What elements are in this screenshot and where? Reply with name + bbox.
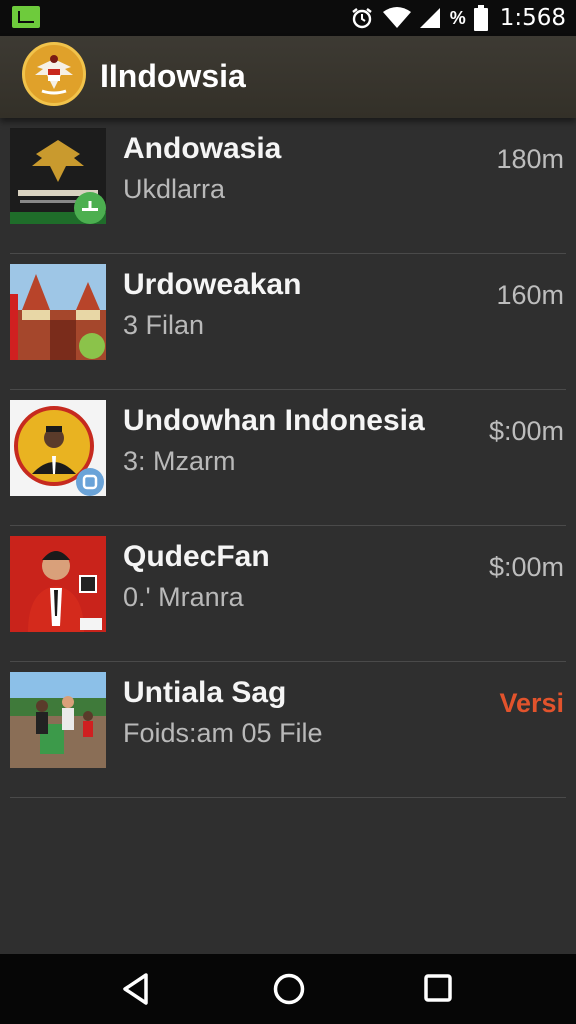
list-item[interactable]: Andowasia Ukdlarra 180m [10, 118, 566, 254]
navigation-bar [0, 954, 576, 1024]
status-icons: % 1:568 [350, 0, 566, 36]
app-title: IIndowsia [100, 58, 246, 94]
list-item[interactable]: QudecFan 0.' Mranra $:00m [10, 526, 566, 662]
item-thumbnail [10, 536, 106, 632]
signal-icon [419, 8, 440, 28]
version-badge: Versi [499, 688, 564, 718]
item-subtitle: 3 Filan [123, 310, 205, 340]
alarm-icon [351, 8, 372, 29]
app-logo-emblem[interactable] [22, 42, 86, 106]
item-meta: $:00m [488, 552, 564, 582]
list-item[interactable]: Untiala Sag Foids:am 05 File Versi [10, 662, 566, 798]
item-meta: 160m [496, 280, 564, 310]
item-meta: 180m [496, 144, 564, 174]
item-subtitle: Ukdlarra [123, 174, 226, 204]
wifi-icon [382, 7, 411, 28]
back-triangle-icon[interactable] [120, 972, 152, 1006]
battery-icon [473, 5, 488, 31]
item-subtitle: 3: Mzarm [123, 446, 236, 476]
item-title: Undowhan Indonesia [123, 404, 425, 437]
item-title: Untiala Sag [123, 676, 287, 709]
home-circle-icon[interactable] [272, 972, 306, 1006]
list-item[interactable]: Undowhan Indonesia 3: Mzarm $:00m [10, 390, 566, 526]
item-list: Andowasia Ukdlarra 180m Urdoweakan 3 Fil… [0, 118, 576, 798]
list-item[interactable]: Urdoweakan 3 Filan 160m [10, 254, 566, 390]
item-subtitle: Foids:am 05 File [123, 718, 323, 748]
notification-icon [12, 6, 40, 28]
item-thumbnail [10, 400, 106, 496]
item-title: Andowasia [123, 132, 282, 165]
app-bar: IIndowsia [0, 36, 576, 118]
item-thumbnail [10, 264, 106, 360]
item-title: QudecFan [123, 540, 270, 573]
recents-square-icon[interactable] [423, 972, 453, 1006]
status-time: 1:568 [499, 5, 566, 31]
garuda-emblem-icon [35, 55, 73, 95]
status-bar: % 1:568 [0, 0, 576, 36]
item-title: Urdoweakan [123, 268, 302, 301]
battery-percent-label: % [449, 7, 466, 28]
item-thumbnail [10, 672, 106, 768]
item-meta: $:00m [488, 416, 564, 446]
item-thumbnail [10, 128, 106, 224]
item-subtitle: 0.' Mranra [123, 582, 244, 612]
